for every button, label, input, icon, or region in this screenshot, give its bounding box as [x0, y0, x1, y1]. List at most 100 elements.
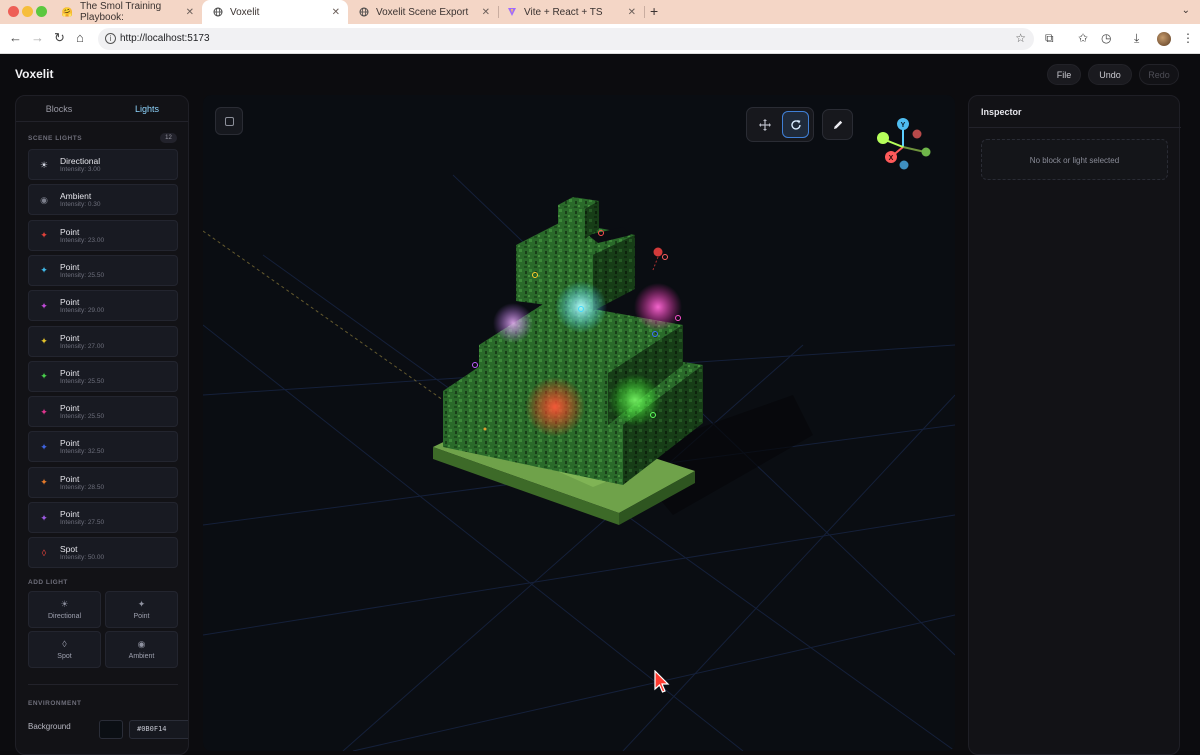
light-intensity: Intensity: 0.30 — [60, 201, 101, 209]
light-intensity: Intensity: 25.50 — [60, 377, 105, 385]
history-icon[interactable]: ◷ — [1101, 31, 1111, 45]
tab-divider — [16, 121, 188, 122]
bookmark-star-icon[interactable]: ☆ — [1015, 31, 1026, 45]
light-name: Point — [60, 226, 80, 237]
add-spot-label: Spot — [57, 653, 72, 660]
mouse-cursor-icon — [654, 670, 670, 693]
point-light-icon: ✦ — [40, 265, 48, 276]
address-bar[interactable]: i http://localhost:5173 ☆ — [98, 28, 1034, 50]
scene-light-item[interactable]: ◊ Spot Intensity: 50.00 — [28, 537, 178, 569]
globe-icon — [358, 7, 369, 18]
close-tab-icon[interactable]: ✕ — [332, 7, 340, 18]
back-arrow-icon[interactable]: ← — [9, 31, 22, 45]
light-name: Spot — [60, 544, 78, 555]
point-light-icon: ✦ — [40, 336, 48, 346]
home-icon[interactable]: ⌂ — [76, 31, 84, 45]
add-point-light-button[interactable]: ✦ Point — [105, 591, 178, 628]
close-tab-icon[interactable]: ✕ — [482, 7, 490, 18]
scene-light-item[interactable]: ✦ Point Intensity: 25.50 — [28, 254, 178, 286]
close-tab-icon[interactable]: ✕ — [628, 7, 636, 18]
voxelit-app: Voxelit File Undo Redo Blocks Lights SCE… — [0, 55, 1200, 755]
scene-light-item[interactable]: ✦ Point Intensity: 28.50 — [28, 466, 178, 498]
bookmarks-icon[interactable]: ✩ — [1078, 31, 1088, 45]
scene-canvas[interactable]: Y X — [203, 95, 955, 751]
pencil-tool-button[interactable] — [822, 109, 853, 140]
site-info-icon[interactable]: i — [105, 33, 116, 44]
new-tab-plus-icon[interactable]: + — [650, 3, 658, 19]
download-icon[interactable]: ⤓ — [1134, 31, 1139, 46]
gizmo-x-label: X — [889, 155, 894, 162]
tab-lights[interactable]: Lights — [111, 96, 183, 122]
maximize-window-button[interactable] — [36, 6, 47, 17]
scene-light-item[interactable]: ☀ Directional Intensity: 3.00 — [28, 149, 178, 180]
close-tab-icon[interactable]: ✕ — [186, 7, 194, 18]
add-spot-light-button[interactable]: ◊ Spot — [28, 631, 101, 668]
point-light-icon: ✦ — [40, 230, 48, 241]
point-light-icon: ✦ — [40, 512, 48, 523]
inspector-divider — [969, 127, 1181, 128]
light-name: Point — [60, 332, 80, 343]
pencil-icon — [833, 120, 842, 129]
light-intensity: Intensity: 23.00 — [60, 236, 105, 244]
file-button[interactable]: File — [1047, 64, 1081, 85]
scene-light-item[interactable]: ✦ Point Intensity: 29.00 — [28, 290, 178, 322]
minimize-window-button[interactable] — [22, 6, 33, 17]
viewport-layout-button[interactable] — [215, 107, 243, 135]
reload-icon[interactable]: ↻ — [54, 31, 65, 45]
browser-tab-scene-export[interactable]: Voxelit Scene Export ✕ — [348, 0, 498, 24]
tab-blocks[interactable]: Blocks — [23, 96, 95, 122]
transform-tool-group — [746, 107, 814, 142]
section-divider — [28, 684, 178, 685]
browser-tab-voxelit[interactable]: Voxelit ✕ — [202, 0, 348, 24]
light-name: Point — [60, 297, 80, 308]
profile-avatar[interactable] — [1157, 32, 1171, 46]
background-hex-input[interactable]: #0B0F14 — [129, 720, 188, 739]
spot-light-icon: ◊ — [62, 639, 67, 649]
more-menu-icon[interactable]: ⋮ — [1182, 31, 1194, 45]
light-intensity: Intensity: 50.00 — [60, 554, 105, 562]
light-name: Point — [60, 473, 80, 484]
add-point-label: Point — [133, 613, 150, 620]
scene-light-item[interactable]: ✦ Point Intensity: 27.50 — [28, 502, 178, 533]
inspector-panel: Inspector No block or light selected — [968, 95, 1181, 755]
browser-tab-smol-playbook[interactable]: 🤗 The Smol Training Playbook: ✕ — [52, 0, 202, 24]
rotate-tool-button[interactable] — [782, 111, 809, 138]
background-label: Background — [28, 722, 71, 731]
scene-light-item[interactable]: ✦ Point Intensity: 27.00 — [28, 325, 178, 357]
environment-heading: ENVIRONMENT — [28, 700, 82, 707]
extensions-puzzle-icon[interactable]: ⧉ — [1045, 31, 1054, 46]
3d-viewport[interactable]: Y X — [203, 95, 955, 751]
background-color-swatch[interactable] — [99, 720, 123, 739]
hugging-face-icon: 🤗 — [61, 6, 74, 17]
scene-light-item[interactable]: ✦ Point Intensity: 25.50 — [28, 360, 178, 392]
forward-arrow-icon[interactable]: → — [31, 31, 44, 45]
tab-list-chevron-icon[interactable]: ⌄ — [1182, 5, 1190, 16]
move-tool-button[interactable] — [751, 111, 778, 138]
axis-gizmo: Y X — [877, 118, 931, 170]
scene-lights-heading: SCENE LIGHTS — [28, 135, 83, 142]
light-name: Point — [60, 367, 80, 378]
point-light-icon: ✦ — [40, 406, 48, 417]
ambient-icon: ◉ — [40, 194, 48, 205]
scene-light-item[interactable]: ✦ Point Intensity: 32.50 — [28, 431, 178, 463]
browser-tab-vite[interactable]: Vite + React + TS ✕ — [496, 0, 644, 24]
url-text[interactable]: http://localhost:5173 — [120, 33, 210, 44]
scene-lights-count-badge: 12 — [160, 133, 177, 143]
close-window-button[interactable] — [8, 6, 19, 17]
light-name: Ambient — [60, 191, 92, 202]
x-axis-guide — [203, 230, 444, 401]
redo-button[interactable]: Redo — [1139, 64, 1179, 85]
undo-button[interactable]: Undo — [1088, 64, 1132, 85]
scene-light-item[interactable]: ✦ Point Intensity: 23.00 — [28, 219, 178, 251]
scene-light-item[interactable]: ✦ Point Intensity: 25.50 — [28, 396, 178, 428]
move-arrows-icon — [758, 118, 771, 131]
browser-toolbar: ← → ↻ ⌂ i http://localhost:5173 ☆ ⧉ ✩ ◷ … — [0, 24, 1200, 54]
light-name: Point — [60, 403, 80, 414]
tab-title: Voxelit — [230, 6, 260, 18]
light-intensity: Intensity: 27.50 — [60, 519, 105, 526]
tab-title: The Smol Training Playbook: — [80, 1, 162, 23]
add-ambient-light-button[interactable]: ◉ Ambient — [105, 631, 178, 668]
scene-light-item[interactable]: ◉ Ambient Intensity: 0.30 — [28, 184, 178, 216]
add-directional-light-button[interactable]: ☀ Directional — [28, 591, 101, 628]
green-light-glow — [609, 374, 661, 426]
